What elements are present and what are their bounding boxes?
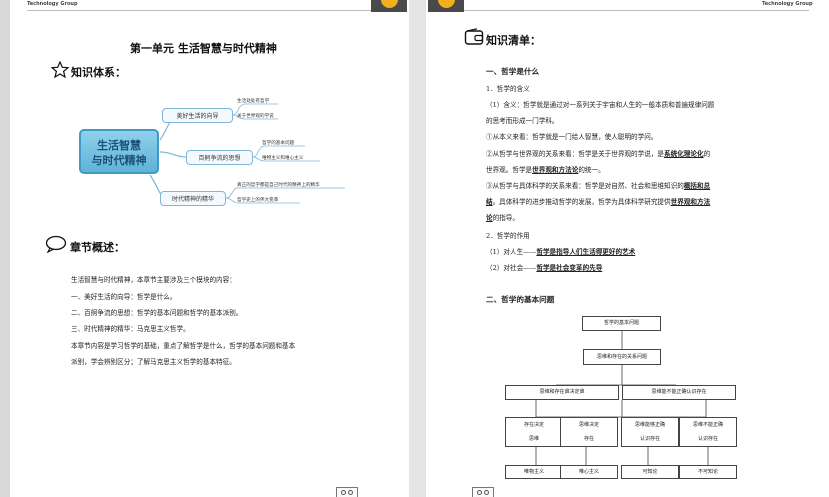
flow-level5: 唯心主义 <box>560 465 618 479</box>
mindmap-branch-3: 时代精神的精华 <box>160 191 226 206</box>
overview-line: 派别，学会辨别区分；了解马克思主义哲学的基本特征。 <box>71 358 236 366</box>
mindmap-center-line-1: 生活智慧 <box>97 139 141 152</box>
flow-root: 哲学的基本问题 <box>582 316 661 331</box>
overview-line: 生活智慧与时代精神，本章节主要涉及三个模块的内容： <box>71 276 236 284</box>
mindmap-leaf: 哲学的基本问题 <box>262 141 295 146</box>
flow-level5: 不可知论 <box>679 465 737 479</box>
mindmap-leaf: 生活处处有哲学 <box>237 99 270 104</box>
mindmap-leaf: 哲学史上的伟大变革 <box>237 198 279 203</box>
footer-book-icon <box>472 487 494 497</box>
flow-level4: 思维不能正确 认识存在 <box>679 417 737 447</box>
chapter-overview-heading: 章节概述： <box>70 241 125 254</box>
mindmap-leaf: 真正的哲学都是自己时代的精神上的精华 <box>237 183 320 188</box>
footer-book-icon <box>336 487 358 497</box>
flow-level4: 思维能够正确 认识存在 <box>621 417 679 447</box>
flow-level2: 思维和存在的关系问题 <box>583 349 661 365</box>
overview-line: 三、时代精神的精华：马克思主义哲学。 <box>71 325 190 333</box>
speech-bubble-icon <box>45 235 67 253</box>
overview-line: 本章节内容是学习哲学的基础，重点了解哲学是什么，哲学的基本问题和基本 <box>71 342 296 350</box>
mindmap-branch-2: 百舸争流的思想 <box>186 150 253 165</box>
flow-level3-a: 思维和存在谁决定谁 <box>505 385 619 400</box>
mindmap-center-line-2: 与时代精神 <box>91 154 147 167</box>
overview-line: 二、百舸争流的思想：哲学的基本问题和哲学的基本派别。 <box>71 309 243 317</box>
flow-level4: 存在决定 思维 <box>505 417 563 447</box>
flow-level5: 唯物主义 <box>505 465 563 479</box>
mindmap-center-node: 生活智慧 与时代精神 <box>79 129 159 174</box>
document-page-left: Technology Group 第一单元 生活智慧与时代精神 知识体系： 生活… <box>10 0 409 497</box>
document-page-right: Technology Group 知识清单： 一、哲学是什么 1．哲学的含义 （… <box>426 0 829 497</box>
mindmap-leaf: 关于世界观的学说 <box>237 114 274 119</box>
mindmap-leaf: 唯物主义和唯心主义 <box>262 156 304 161</box>
page-gutter <box>409 0 426 497</box>
mindmap-branch-1: 美好生活的向导 <box>162 108 233 123</box>
flow-level3-b: 思维能不能正确认识存在 <box>622 385 736 400</box>
flow-level4: 思维决定 存在 <box>560 417 618 447</box>
flow-level5: 可知论 <box>621 465 679 479</box>
overview-line: 一、美好生活的向导：哲学是什么。 <box>71 293 177 301</box>
